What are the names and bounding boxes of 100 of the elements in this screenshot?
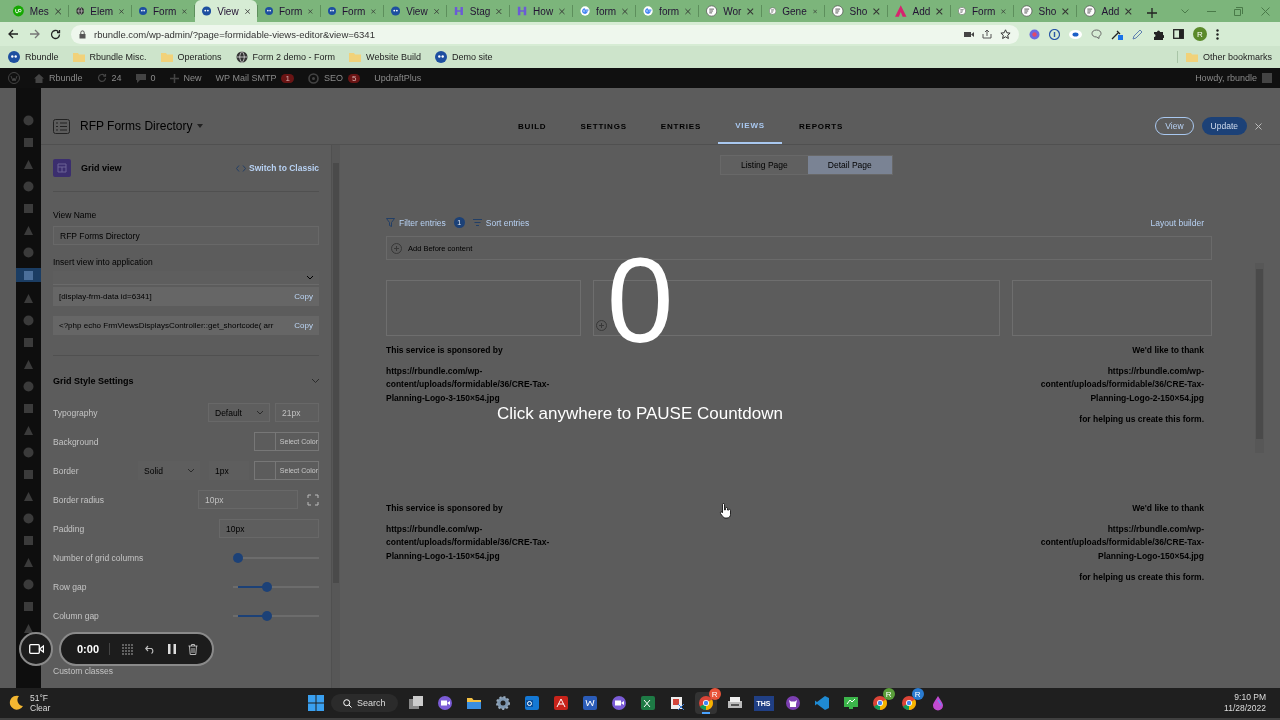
browser-tab[interactable]: Add: [1077, 0, 1139, 22]
account-menu[interactable]: Howdy, rbundle: [1195, 73, 1272, 83]
browser-tab[interactable]: Wor: [699, 0, 761, 22]
close-icon[interactable]: [747, 7, 754, 15]
close-icon[interactable]: [1125, 7, 1132, 15]
camera-icon[interactable]: [964, 30, 974, 38]
close-icon[interactable]: [873, 7, 880, 15]
restore-icon[interactable]: [1234, 6, 1243, 16]
browser-tab[interactable]: form: [636, 0, 698, 22]
browser-tab[interactable]: View: [195, 0, 257, 22]
updates-link[interactable]: 24: [96, 73, 122, 83]
browser-tab[interactable]: How: [510, 0, 572, 22]
admin-menu-item[interactable]: SEO 5: [307, 72, 361, 84]
switch-link[interactable]: Switch to Classic: [236, 163, 319, 173]
slider-thumb[interactable]: [261, 610, 272, 621]
forward-icon[interactable]: [29, 29, 40, 39]
new-tab-icon[interactable]: [1147, 8, 1157, 18]
share-icon[interactable]: [982, 29, 992, 39]
windows-start-icon[interactable]: [308, 695, 324, 711]
eyedropper-icon[interactable]: [1111, 28, 1123, 40]
close-icon[interactable]: [54, 7, 61, 15]
site-link[interactable]: Rbundle: [34, 73, 83, 83]
chat-bubble-icon[interactable]: [1091, 29, 1102, 39]
comments-link[interactable]: 0: [135, 73, 156, 83]
browser-tab[interactable]: Sho: [825, 0, 887, 22]
select-field[interactable]: Default: [208, 403, 270, 422]
chevron-down-icon[interactable]: [1181, 8, 1189, 14]
bookmark[interactable]: Rbundle Misc.: [72, 51, 147, 63]
close-icon[interactable]: [1062, 7, 1069, 15]
close-icon[interactable]: [182, 7, 187, 15]
filter-entries-link[interactable]: Filter entries: [386, 217, 446, 228]
admin-menu-item[interactable]: WP Mail SMTP 1: [215, 73, 294, 83]
nav-tab[interactable]: BUILD: [501, 108, 564, 144]
form-title[interactable]: RFP Forms Directory: [80, 119, 204, 133]
bookmark[interactable]: Demo site: [435, 51, 493, 63]
browser-tab[interactable]: Mes: [6, 0, 68, 22]
copy-link[interactable]: Copy: [294, 321, 313, 330]
browser-tab[interactable]: Elem: [69, 0, 131, 22]
browser-tab[interactable]: Gene: [762, 0, 824, 22]
close-icon[interactable]: [559, 7, 565, 15]
nav-tab[interactable]: REPORTS: [781, 108, 861, 144]
slider-thumb[interactable]: [233, 552, 243, 563]
oval-extension-icon[interactable]: [1069, 29, 1082, 39]
view-name-field[interactable]: RFP Forms Directory: [53, 226, 319, 245]
layout-builder-link[interactable]: Layout builder: [1150, 217, 1204, 228]
add-icon[interactable]: [596, 320, 607, 331]
info-extension-icon[interactable]: [1049, 28, 1060, 40]
scrollbar[interactable]: [332, 145, 340, 688]
nav-tab[interactable]: SETTINGS: [563, 108, 644, 144]
reload-icon[interactable]: [50, 28, 61, 40]
bookmark[interactable]: Website Build: [349, 51, 421, 63]
minimize-icon[interactable]: [1207, 10, 1216, 12]
bookmark[interactable]: Other bookmarks: [1176, 51, 1272, 63]
new-link[interactable]: New: [169, 73, 202, 83]
close-icon[interactable]: [371, 7, 376, 15]
puzzle-icon[interactable]: [1153, 28, 1164, 40]
trash-icon[interactable]: [188, 643, 199, 655]
update-button[interactable]: Update: [1201, 117, 1247, 135]
pencil-icon[interactable]: [1132, 28, 1144, 40]
address-bar[interactable]: rbundle.com/wp-admin/?page=formidable-views-editor&view=6341: [71, 24, 1019, 44]
page-tab[interactable]: Listing Page: [721, 156, 808, 174]
browser-tab[interactable]: Stag: [447, 0, 509, 22]
close-icon[interactable]: [244, 7, 250, 15]
slider-thumb[interactable]: [261, 581, 272, 592]
browser-tab[interactable]: Sho: [1014, 0, 1076, 22]
close-icon[interactable]: [1255, 122, 1262, 130]
close-icon[interactable]: [1261, 6, 1270, 16]
profile-avatar[interactable]: R: [1193, 27, 1207, 41]
bookmark[interactable]: Operations: [160, 51, 222, 63]
close-icon[interactable]: [1001, 7, 1006, 15]
browser-tab[interactable]: form: [573, 0, 635, 22]
pause-icon[interactable]: [168, 644, 177, 654]
browser-tab[interactable]: Form: [258, 0, 320, 22]
browser-tab[interactable]: Form: [951, 0, 1013, 22]
search-button[interactable]: Search: [331, 694, 398, 712]
padding-field[interactable]: 10px: [219, 519, 319, 538]
weather-widget[interactable]: 51°F Clear: [30, 692, 51, 714]
page-tab[interactable]: Detail Page: [807, 156, 892, 174]
close-icon[interactable]: [496, 7, 502, 15]
back-icon[interactable]: [8, 29, 19, 39]
browser-tab[interactable]: Form: [321, 0, 383, 22]
size-field[interactable]: 21px: [275, 403, 319, 422]
admin-menu-item[interactable]: UpdraftPlus: [374, 73, 422, 83]
close-icon[interactable]: [812, 7, 817, 15]
nav-tab[interactable]: VIEWS: [718, 108, 782, 144]
clock[interactable]: 9:10 PM 11/28/2022: [1224, 691, 1272, 715]
expand-corners-icon[interactable]: [307, 493, 319, 506]
nav-tab[interactable]: ENTRIES: [643, 108, 719, 144]
more-menu-icon[interactable]: [1216, 28, 1219, 40]
radius-field[interactable]: 10px: [198, 490, 298, 509]
close-icon[interactable]: [308, 7, 313, 15]
flower-extension-icon[interactable]: [1029, 28, 1040, 40]
browser-tab[interactable]: Form: [132, 0, 194, 22]
browser-tab[interactable]: Add: [888, 0, 950, 22]
close-icon[interactable]: [433, 7, 439, 15]
star-icon[interactable]: [1000, 28, 1011, 40]
close-icon[interactable]: [685, 7, 691, 15]
close-icon[interactable]: [622, 7, 628, 15]
close-icon[interactable]: [119, 7, 124, 15]
browser-tab[interactable]: View: [384, 0, 446, 22]
